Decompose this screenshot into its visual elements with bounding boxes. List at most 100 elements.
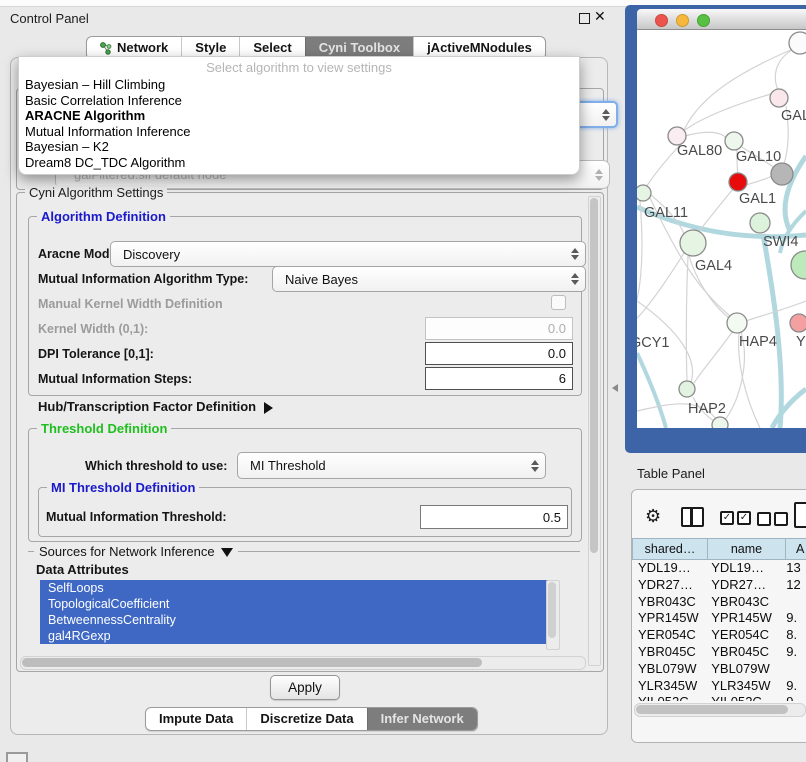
data-attribute-item[interactable]: TopologicalCoefficient xyxy=(40,596,558,612)
node-label: HAP2 xyxy=(688,401,726,417)
network-node[interactable] xyxy=(725,132,743,150)
settings-vertical-scrollbar-thumb[interactable] xyxy=(590,198,598,553)
network-node[interactable] xyxy=(680,230,706,256)
network-node[interactable] xyxy=(791,251,806,279)
network-node[interactable] xyxy=(790,314,806,332)
hub-definition-toggle[interactable]: Hub/Transcription Factor Definition xyxy=(38,399,273,414)
attributes-scrollbar-thumb[interactable] xyxy=(548,582,556,638)
table-cell[interactable]: 9. xyxy=(780,678,806,695)
table-row[interactable]: YBR043CYBR043C xyxy=(632,594,806,611)
kernel-width-field[interactable]: 0.0 xyxy=(425,317,573,340)
table-cell[interactable]: YBL079W xyxy=(705,661,780,678)
table-cell[interactable]: YBL079W xyxy=(632,661,705,678)
network-node[interactable] xyxy=(727,313,747,333)
panel-splitter-handle[interactable] xyxy=(612,384,618,392)
table-cell[interactable]: 9. xyxy=(780,610,806,627)
mi-threshold-field[interactable]: 0.5 xyxy=(420,505,568,529)
minimized-panel-icon[interactable] xyxy=(6,752,28,762)
table-row[interactable]: YDL19…YDL19…13 xyxy=(632,560,806,577)
table-row[interactable]: YPR145WYPR145W9. xyxy=(632,610,806,627)
settings-horizontal-scrollbar-thumb[interactable] xyxy=(22,658,482,667)
data-attribute-item[interactable]: BetweennessCentrality xyxy=(40,612,558,628)
close-window-icon[interactable] xyxy=(655,14,668,27)
table-cell[interactable]: YPR145W xyxy=(705,610,780,627)
apply-button[interactable]: Apply xyxy=(270,675,340,700)
which-threshold-combo[interactable]: MI Threshold xyxy=(237,452,546,479)
column-header-name[interactable]: name xyxy=(708,538,786,560)
close-panel-icon[interactable]: ✕ xyxy=(594,8,606,25)
algorithm-option[interactable]: Dream8 DC_TDC Algorithm xyxy=(19,155,579,171)
mi-steps-field[interactable]: 6 xyxy=(425,367,573,390)
table-cell[interactable]: 8. xyxy=(780,627,806,644)
network-node[interactable] xyxy=(712,417,728,428)
network-node[interactable] xyxy=(770,89,788,107)
network-window-titlebar[interactable] xyxy=(637,9,806,30)
table-cell[interactable]: YDL19… xyxy=(632,560,705,577)
network-node[interactable] xyxy=(679,381,695,397)
column-header-shared-name[interactable]: shared… xyxy=(632,538,708,560)
maximize-window-icon[interactable] xyxy=(697,14,710,27)
tab-discretize-data[interactable]: Discretize Data xyxy=(246,708,366,730)
hub-definition-label: Hub/Transcription Factor Definition xyxy=(38,399,256,414)
table-row[interactable]: YBL079WYBL079W xyxy=(632,661,806,678)
table-row[interactable]: YLR345WYLR345W9. xyxy=(632,678,806,695)
table-cell[interactable]: YIL052C xyxy=(632,694,705,701)
network-node[interactable] xyxy=(789,32,806,54)
table-cell[interactable]: YIL052C xyxy=(705,694,780,701)
table-cell[interactable] xyxy=(780,594,806,611)
table-cell[interactable]: 13 xyxy=(780,560,806,577)
dpi-tolerance-field[interactable]: 0.0 xyxy=(425,342,573,365)
data-attribute-item[interactable]: gal4RGexp xyxy=(40,628,558,644)
column-header-third[interactable]: A xyxy=(786,538,806,560)
sources-toggle[interactable]: Sources for Network Inference xyxy=(34,544,238,559)
table-row[interactable]: YER054CYER054C8. xyxy=(632,627,806,644)
table-cell[interactable]: 12 xyxy=(780,577,806,594)
float-panel-icon[interactable] xyxy=(579,13,590,24)
table-cell[interactable]: YDR27… xyxy=(705,577,780,594)
deselect-all-icon[interactable] xyxy=(757,512,788,526)
table-cell[interactable]: YLR345W xyxy=(705,678,780,695)
table-row[interactable]: YIL052CYIL052C9. xyxy=(632,694,806,701)
network-node[interactable] xyxy=(750,213,770,233)
table-cell[interactable]: YBR045C xyxy=(705,644,780,661)
table-horizontal-scrollbar-thumb[interactable] xyxy=(636,705,788,714)
algorithm-option[interactable]: Bayesian – K2 xyxy=(19,139,579,155)
tab-impute-data[interactable]: Impute Data xyxy=(146,708,246,730)
table-cell[interactable]: YER054C xyxy=(705,627,780,644)
tab-infer-network[interactable]: Infer Network xyxy=(367,708,477,730)
node-label: GAL1 xyxy=(739,191,776,207)
data-attribute-item[interactable]: SelfLoops xyxy=(40,580,558,596)
manual-kernel-checkbox[interactable] xyxy=(551,295,566,310)
algorithm-option[interactable]: Basic Correlation Inference xyxy=(19,93,579,109)
table-cell[interactable]: 9. xyxy=(780,694,806,701)
algorithm-option[interactable]: ARACNE Algorithm xyxy=(19,108,579,124)
table-cell[interactable]: YBR043C xyxy=(632,594,705,611)
network-node[interactable] xyxy=(771,163,793,185)
network-node[interactable] xyxy=(729,173,747,191)
table-cell[interactable]: 9. xyxy=(780,644,806,661)
algorithm-option[interactable]: Mutual Information Inference xyxy=(19,124,579,140)
table-cell[interactable]: YDL19… xyxy=(705,560,780,577)
table-cell[interactable]: YLR345W xyxy=(632,678,705,695)
minimize-window-icon[interactable] xyxy=(676,14,689,27)
network-canvas[interactable]: GALGAL80GAL10GAL1GAL11SWI4GAL4HAP4YGCY1H… xyxy=(637,30,806,428)
table-row[interactable]: YBR045CYBR045C9. xyxy=(632,644,806,661)
select-all-icon[interactable]: ✓✓ xyxy=(720,511,751,525)
split-columns-icon[interactable] xyxy=(681,507,704,527)
gear-icon[interactable]: ⚙ xyxy=(645,507,661,525)
aracne-mode-combo[interactable]: Discovery xyxy=(110,241,586,267)
network-node[interactable] xyxy=(637,185,651,201)
table-cell[interactable]: YER054C xyxy=(632,627,705,644)
mi-steps-label: Mutual Information Steps: xyxy=(38,372,192,386)
table-row[interactable]: YDR27…YDR27…12 xyxy=(632,577,806,594)
network-view-window: GALGAL80GAL10GAL1GAL11SWI4GAL4HAP4YGCY1H… xyxy=(625,5,806,453)
algorithm-option[interactable]: Bayesian – Hill Climbing xyxy=(19,77,579,93)
threshold-definition-title: Threshold Definition xyxy=(37,421,171,436)
table-cell[interactable] xyxy=(780,661,806,678)
table-cell[interactable]: YPR145W xyxy=(632,610,705,627)
table-cell[interactable]: YDR27… xyxy=(632,577,705,594)
table-doc-icon[interactable] xyxy=(794,502,806,528)
table-cell[interactable]: YBR045C xyxy=(632,644,705,661)
mi-type-combo[interactable]: Naive Bayes xyxy=(272,266,586,292)
table-cell[interactable]: YBR043C xyxy=(705,594,780,611)
